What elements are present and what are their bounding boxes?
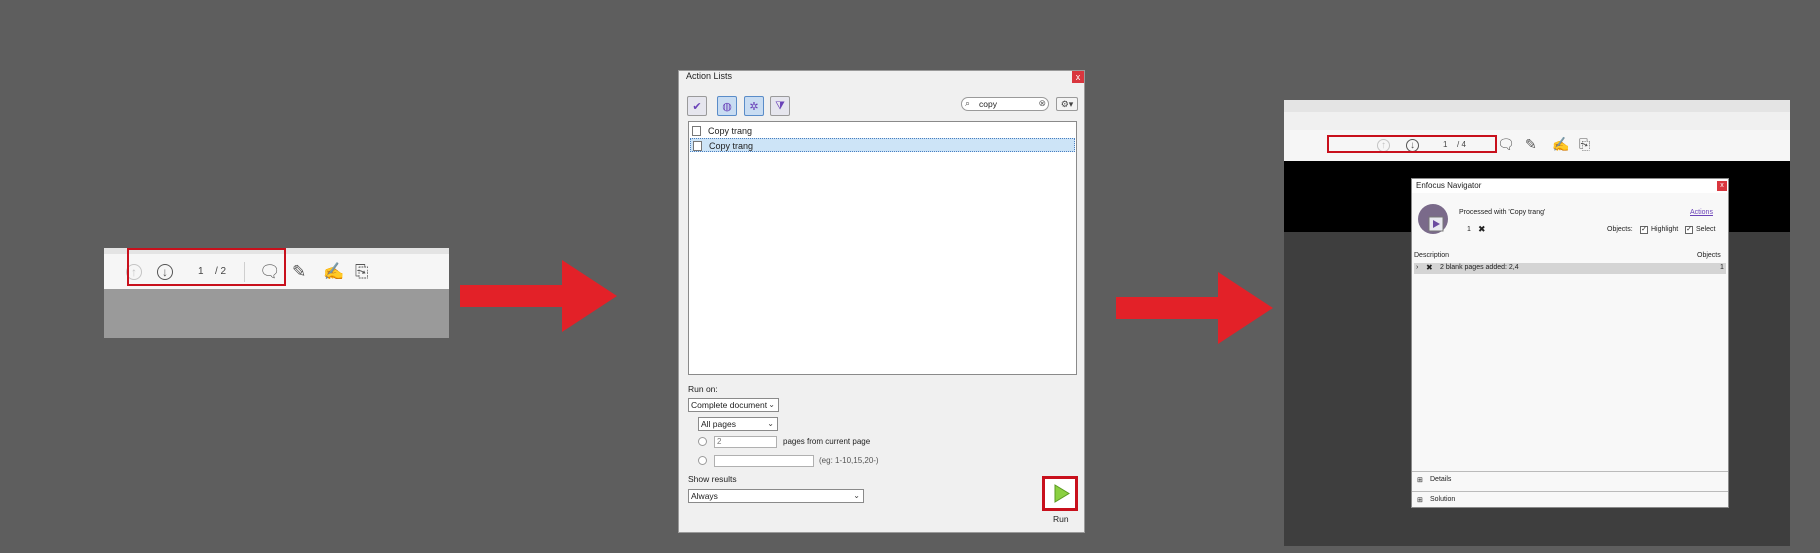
highlight-label: Highlight	[1651, 226, 1679, 233]
pages-count-value: 2	[717, 437, 722, 446]
pages-select[interactable]: All pages ⌄	[698, 417, 778, 431]
search-value: copy	[979, 99, 997, 109]
document-area	[104, 289, 449, 338]
fix-tool-icon: ✖	[1478, 224, 1486, 234]
objects-label: Objects:	[1607, 226, 1633, 233]
pages-value: All pages	[701, 419, 736, 429]
row-object-count: 1	[1720, 264, 1724, 271]
play-icon	[1054, 484, 1070, 503]
menu-strip	[1284, 100, 1790, 112]
check-icon: ✔	[692, 100, 702, 113]
list-item[interactable]: Copy trang	[690, 124, 1075, 138]
list-item-label: Copy trang	[709, 141, 754, 151]
fix-tool-icon: ✖	[1426, 263, 1433, 272]
action-list-icon	[692, 126, 701, 136]
search-icon: ⌕	[965, 98, 971, 108]
sign-icon[interactable]: ✍	[323, 263, 344, 280]
globe-icon: ◍	[722, 100, 732, 113]
close-button[interactable]: x	[1717, 181, 1727, 191]
arrow-right-icon	[1116, 272, 1273, 344]
expand-solution-icon[interactable]: ⊞	[1417, 496, 1423, 504]
clear-search-icon[interactable]: ⊗	[1038, 98, 1046, 109]
search-input[interactable]: ⌕ copy ⊗	[961, 97, 1049, 111]
processed-text: Processed with 'Copy trang'	[1459, 209, 1546, 216]
comment-icon[interactable]: 🗨	[1497, 137, 1515, 151]
select-checkbox[interactable]: ✓	[1685, 226, 1693, 234]
funnel-icon: ⧩	[775, 99, 785, 112]
action-lists-dialog: Action Lists x ✔ ◍ ✲ ⧩ ⌕ copy ⊗ ⚙▾ Copy …	[678, 70, 1085, 533]
run-button[interactable]	[1042, 476, 1078, 511]
run-on-label: Run on:	[688, 384, 718, 394]
chevron-down-icon: ⌄	[853, 491, 860, 500]
funnel-filter-button[interactable]: ⧩	[770, 96, 790, 116]
expand-details-icon[interactable]: ⊞	[1417, 476, 1423, 484]
list-item-selected[interactable]: Copy trang	[690, 138, 1075, 152]
fill-sign-icon[interactable]: ⎘	[355, 263, 369, 280]
result-count: 1	[1467, 226, 1471, 233]
action-list-icon	[693, 141, 702, 151]
divider	[1412, 491, 1728, 492]
navigator-title: Enfocus Navigator	[1412, 179, 1728, 193]
tab-strip	[1284, 112, 1790, 130]
page-range-hint: (eg: 1-10,15,20-)	[819, 456, 879, 465]
show-results-label: Show results	[688, 474, 737, 484]
pdf-viewer-panel-3: ↑ ↓ 1 / 4 🗨 ✎ ✍ ⎘ Enfocus Navigator x Pr…	[1284, 100, 1790, 546]
list-item-label: Copy trang	[708, 126, 753, 136]
page-range-input[interactable]	[714, 455, 814, 467]
chevron-down-icon: ⌄	[768, 400, 775, 409]
close-button[interactable]: x	[1072, 71, 1084, 83]
chevron-down-icon: ⌄	[767, 419, 774, 428]
details-label[interactable]: Details	[1430, 476, 1451, 483]
page-controls-highlight	[127, 248, 286, 286]
settings-filter-button[interactable]: ✲	[744, 96, 764, 116]
highlight-pen-icon[interactable]: ✎	[1525, 137, 1537, 151]
dialog-title: Action Lists	[686, 71, 733, 81]
solution-label[interactable]: Solution	[1430, 496, 1455, 503]
divider	[1412, 471, 1728, 472]
row-description: 2 blank pages added: 2,4	[1440, 264, 1519, 271]
arrow-right-icon	[460, 260, 617, 332]
scope-select[interactable]: Complete document ⌄	[688, 398, 779, 412]
pdf-viewer-panel-1: ↑ ↓ 1 / 2 🗨 ✎ ✍ ⎘	[104, 248, 449, 338]
action-list: Copy trang Copy trang	[688, 121, 1077, 375]
checkmark-filter-button[interactable]: ✔	[687, 96, 707, 116]
actions-link[interactable]: Actions	[1690, 209, 1713, 216]
chevron-right-icon[interactable]: ›	[1416, 264, 1418, 271]
gear-icon: ✲	[749, 100, 759, 113]
fill-sign-icon[interactable]: ⎘	[1579, 137, 1590, 151]
sign-icon[interactable]: ✍	[1552, 137, 1569, 151]
pages-from-radio[interactable]	[698, 437, 707, 446]
show-results-value: Always	[691, 491, 718, 501]
enfocus-navigator-dialog: Enfocus Navigator x Processed with 'Copy…	[1411, 178, 1729, 508]
select-label: Select	[1696, 226, 1716, 233]
page-controls-highlight	[1327, 135, 1497, 153]
run-label: Run	[1053, 514, 1069, 524]
pages-count-stepper[interactable]: 2	[714, 436, 777, 448]
page-range-radio[interactable]	[698, 456, 707, 465]
global-filter-button[interactable]: ◍	[717, 96, 737, 116]
scope-value: Complete document	[691, 400, 768, 410]
show-results-select[interactable]: Always ⌄	[688, 489, 864, 503]
navigator-logo-icon	[1418, 204, 1448, 234]
pages-from-label: pages from current page	[783, 437, 871, 446]
objects-column-header: Objects	[1697, 252, 1721, 259]
table-row[interactable]: › ✖ 2 blank pages added: 2,4 1	[1414, 263, 1726, 274]
highlight-pen-icon[interactable]: ✎	[292, 263, 306, 280]
highlight-checkbox[interactable]: ✓	[1640, 226, 1648, 234]
options-menu-button[interactable]: ⚙▾	[1056, 97, 1078, 111]
description-column-header: Description	[1414, 252, 1450, 259]
